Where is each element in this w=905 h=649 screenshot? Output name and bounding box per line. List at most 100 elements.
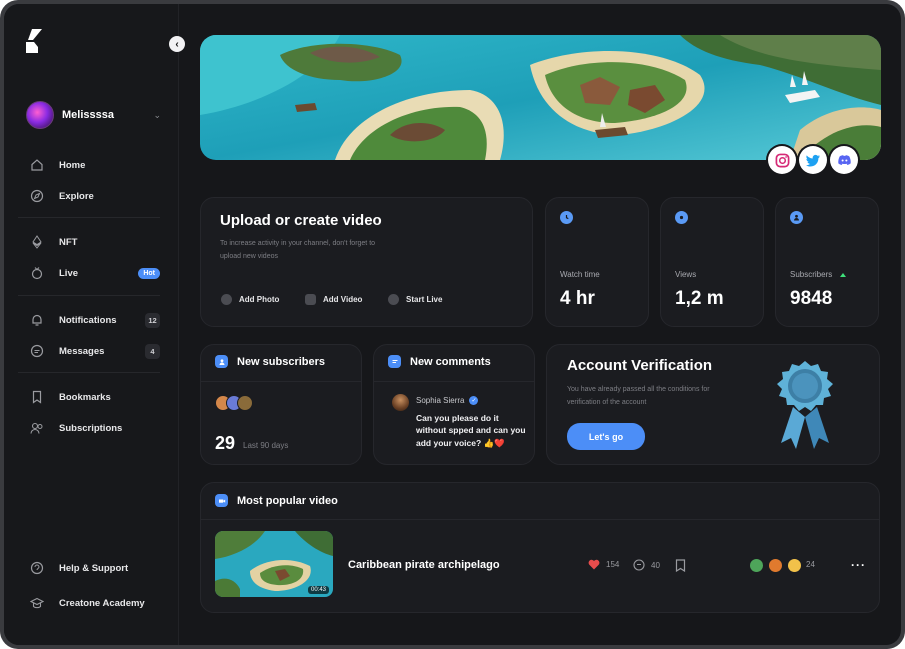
window-frame: Melissssa ⌄ Home Explore NFT Live Hot No…	[0, 0, 905, 649]
twitter-icon	[805, 154, 820, 166]
new-comments-card: New comments Sophia Sierra ✓ Can you ple…	[373, 344, 535, 465]
support-icon	[30, 561, 44, 575]
most-popular-title: Most popular video	[237, 494, 338, 507]
hot-badge: Hot	[138, 267, 160, 279]
comment-author[interactable]: Sophia Sierra ✓	[416, 396, 479, 405]
video-title[interactable]: Caribbean pirate archipelago	[348, 559, 500, 571]
comments-count: 40	[651, 560, 660, 570]
verified-icon: ✓	[469, 396, 479, 405]
verification-description: You have already passed all the conditio…	[567, 386, 710, 407]
twitter-button[interactable]	[799, 146, 827, 174]
bell-icon	[30, 313, 44, 327]
discord-button[interactable]	[830, 146, 858, 174]
profile-switcher[interactable]: Melissssa ⌄	[26, 100, 161, 130]
start-live-button[interactable]: Start Live	[388, 294, 442, 305]
new-subscribers-header: New subscribers	[215, 355, 325, 368]
comments-stat[interactable]: 40	[633, 559, 660, 571]
ethereum-icon	[30, 235, 44, 249]
chat-icon	[30, 344, 44, 358]
avatar[interactable]	[392, 394, 409, 411]
sidebar: Melissssa ⌄ Home Explore NFT Live Hot No…	[4, 4, 179, 645]
live-icon	[30, 266, 44, 280]
banner-image	[200, 35, 881, 160]
live-icon	[388, 294, 399, 305]
watch-time-value: 4 hr	[560, 288, 595, 309]
sidebar-item-messages[interactable]: Messages 4	[30, 340, 160, 362]
sidebar-item-label: Help & Support	[59, 562, 129, 574]
instagram-button[interactable]	[768, 146, 796, 174]
profile-name: Melissssa	[62, 109, 114, 121]
upload-card: Upload or create video To increase activ…	[200, 197, 533, 327]
comment-icon	[633, 559, 645, 571]
heart-icon	[588, 559, 600, 570]
divider	[201, 519, 879, 520]
comment-author-name: Sophia Sierra	[416, 396, 465, 405]
sidebar-item-label: Subscriptions	[59, 422, 123, 434]
upload-title: Upload or create video	[220, 212, 382, 229]
upload-description: To increase activity in your channel, do…	[220, 240, 376, 260]
sidebar-item-label: Creatone Academy	[59, 597, 145, 609]
sidebar-item-explore[interactable]: Explore	[30, 185, 160, 207]
new-comments-title: New comments	[410, 355, 491, 368]
notifications-count-badge: 12	[145, 312, 160, 328]
verification-card: Account Verification You have already pa…	[546, 344, 880, 465]
lets-go-button[interactable]: Let's go	[567, 423, 645, 450]
add-photo-button[interactable]: Add Photo	[221, 294, 279, 305]
trend-up-icon	[840, 272, 847, 277]
sidebar-item-academy[interactable]: Creatone Academy	[30, 592, 160, 614]
users-icon	[30, 421, 44, 435]
sidebar-item-label: Messages	[59, 345, 105, 357]
video-camera-icon	[215, 494, 228, 507]
photo-icon	[221, 294, 232, 305]
reaction-emoji	[750, 559, 763, 572]
comment-text: Can you please do it without spped and c…	[416, 413, 526, 448]
video-duration: 00:43	[307, 586, 329, 594]
add-photo-label: Add Photo	[239, 295, 280, 304]
user-badge-icon	[790, 211, 803, 224]
app-logo-icon[interactable]	[24, 28, 44, 54]
subscribers-stat-label: Subscribers	[790, 270, 847, 279]
most-popular-card: Most popular video 00:43 Caribbean pirat…	[200, 482, 880, 613]
eye-icon	[675, 211, 688, 224]
new-comments-header: New comments	[388, 355, 491, 368]
messages-count-badge: 4	[145, 343, 160, 359]
likes-stat[interactable]: 154	[588, 559, 619, 570]
sidebar-item-label: NFT	[59, 236, 78, 248]
sidebar-item-home[interactable]: Home	[30, 154, 160, 176]
compass-icon	[30, 189, 44, 203]
views-value: 1,2 m	[675, 288, 724, 309]
instagram-icon	[775, 153, 789, 167]
add-video-button[interactable]: Add Video	[305, 294, 362, 305]
sidebar-item-bookmarks[interactable]: Bookmarks	[30, 386, 160, 408]
reaction-emoji	[788, 559, 801, 572]
sidebar-item-live[interactable]: Live Hot	[30, 262, 160, 284]
reaction-emoji	[769, 559, 782, 572]
divider	[18, 217, 160, 218]
likes-count: 154	[606, 560, 620, 569]
subscribers-label: Subscribers	[790, 270, 833, 279]
more-options-button[interactable]: ···	[851, 558, 866, 572]
divider	[18, 372, 160, 373]
sidebar-item-notifications[interactable]: Notifications 12	[30, 309, 160, 331]
sidebar-item-subscriptions[interactable]: Subscriptions	[30, 417, 160, 439]
sidebar-item-nft[interactable]: NFT	[30, 231, 160, 253]
video-thumbnail[interactable]: 00:43	[215, 531, 333, 597]
reactions-count: 24	[806, 560, 815, 569]
bookmark-icon[interactable]	[675, 559, 686, 572]
views-label: Views	[675, 270, 697, 279]
most-popular-header: Most popular video	[215, 494, 338, 507]
views-card: Views 1,2 m	[660, 197, 764, 327]
collapse-sidebar-button[interactable]: ‹	[169, 36, 185, 52]
sidebar-item-label: Home	[59, 159, 86, 171]
clock-icon	[560, 211, 573, 224]
user-badge-icon	[215, 355, 228, 368]
avatar	[26, 101, 54, 129]
add-video-label: Add Video	[323, 295, 363, 304]
divider	[201, 381, 361, 382]
sidebar-item-help[interactable]: Help & Support	[30, 557, 160, 579]
subscriber-avatar[interactable]	[237, 395, 253, 411]
watch-time-label: Watch time	[560, 270, 600, 279]
chevron-down-icon: ⌄	[153, 109, 161, 120]
discord-icon	[837, 154, 851, 165]
sidebar-item-label: Bookmarks	[59, 391, 111, 403]
